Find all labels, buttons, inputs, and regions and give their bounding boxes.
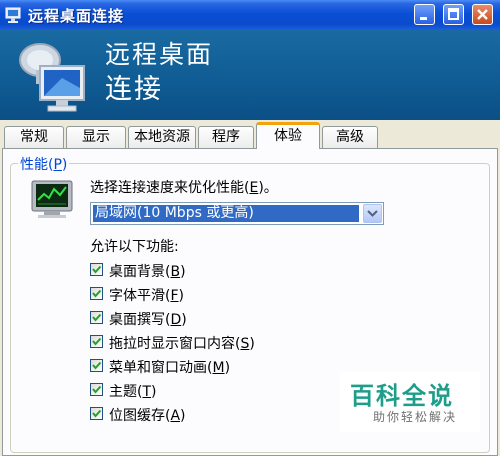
banner-title-line2: 连接 bbox=[105, 74, 163, 105]
checkbox[interactable] bbox=[90, 335, 103, 348]
connection-speed-select[interactable]: 局域网(10 Mbps 或更高) bbox=[90, 202, 384, 225]
chevron-down-icon bbox=[367, 210, 378, 217]
checkmark-icon bbox=[92, 289, 102, 298]
checkbox[interactable] bbox=[90, 407, 103, 420]
tab-experience[interactable]: 体验 bbox=[256, 122, 320, 149]
checkbox[interactable] bbox=[90, 287, 103, 300]
banner-title-line1: 远程桌面 bbox=[105, 40, 214, 69]
option-label: 主题(T) bbox=[109, 384, 157, 400]
checkbox[interactable] bbox=[90, 383, 103, 396]
window-title: 远程桌面连接 bbox=[28, 7, 125, 25]
minimize-icon bbox=[420, 17, 427, 20]
tab-local-resources[interactable]: 本地资源 bbox=[128, 126, 196, 148]
remote-desktop-logo-icon bbox=[19, 43, 85, 112]
checkmark-icon bbox=[92, 337, 102, 346]
connection-speed-label: 选择连接速度来优化性能(E)。 bbox=[90, 180, 278, 196]
minimize-button[interactable] bbox=[414, 4, 435, 25]
checkmark-icon bbox=[92, 409, 102, 418]
tab-strip: 常规 显示 本地资源 程序 体验 高级 bbox=[0, 122, 500, 149]
maximize-button[interactable] bbox=[443, 4, 464, 25]
checkbox[interactable] bbox=[90, 263, 103, 276]
watermark-main-text: 百科全说 bbox=[350, 382, 454, 410]
option-label: 字体平滑(F) bbox=[109, 288, 184, 304]
remote-desktop-icon bbox=[5, 7, 21, 23]
watermark: 百科全说 助你轻松解决 bbox=[340, 372, 480, 432]
close-icon bbox=[477, 9, 488, 20]
checkmark-icon bbox=[92, 361, 102, 370]
checkbox[interactable] bbox=[90, 359, 103, 372]
allow-features-label: 允许以下功能: bbox=[90, 239, 179, 255]
tab-programs[interactable]: 程序 bbox=[198, 126, 254, 148]
watermark-sub-text: 助你轻松解决 bbox=[373, 410, 458, 424]
connection-speed-value: 局域网(10 Mbps 或更高) bbox=[93, 205, 359, 222]
checkmark-icon bbox=[92, 265, 102, 274]
option-label: 菜单和窗口动画(M) bbox=[109, 360, 231, 376]
title-bar[interactable]: 远程桌面连接 bbox=[0, 0, 500, 30]
performance-monitor-icon bbox=[31, 180, 73, 218]
checkmark-icon bbox=[92, 313, 102, 322]
option-label: 桌面背景(B) bbox=[109, 264, 186, 280]
option-label: 桌面撰写(D) bbox=[109, 312, 187, 328]
dropdown-button[interactable] bbox=[363, 204, 382, 223]
maximize-icon bbox=[448, 8, 459, 20]
checkbox[interactable] bbox=[90, 311, 103, 324]
option-label: 拖拉时显示窗口内容(S) bbox=[109, 336, 255, 352]
close-button[interactable] bbox=[472, 4, 493, 25]
option-label: 位图缓存(A) bbox=[109, 408, 186, 424]
tab-advanced[interactable]: 高级 bbox=[322, 126, 378, 148]
tab-general[interactable]: 常规 bbox=[4, 126, 64, 148]
tab-display[interactable]: 显示 bbox=[66, 126, 126, 148]
checkmark-icon bbox=[92, 385, 102, 394]
banner: 远程桌面 连接 bbox=[0, 30, 500, 120]
performance-group-title: 性能(P) bbox=[18, 154, 70, 174]
